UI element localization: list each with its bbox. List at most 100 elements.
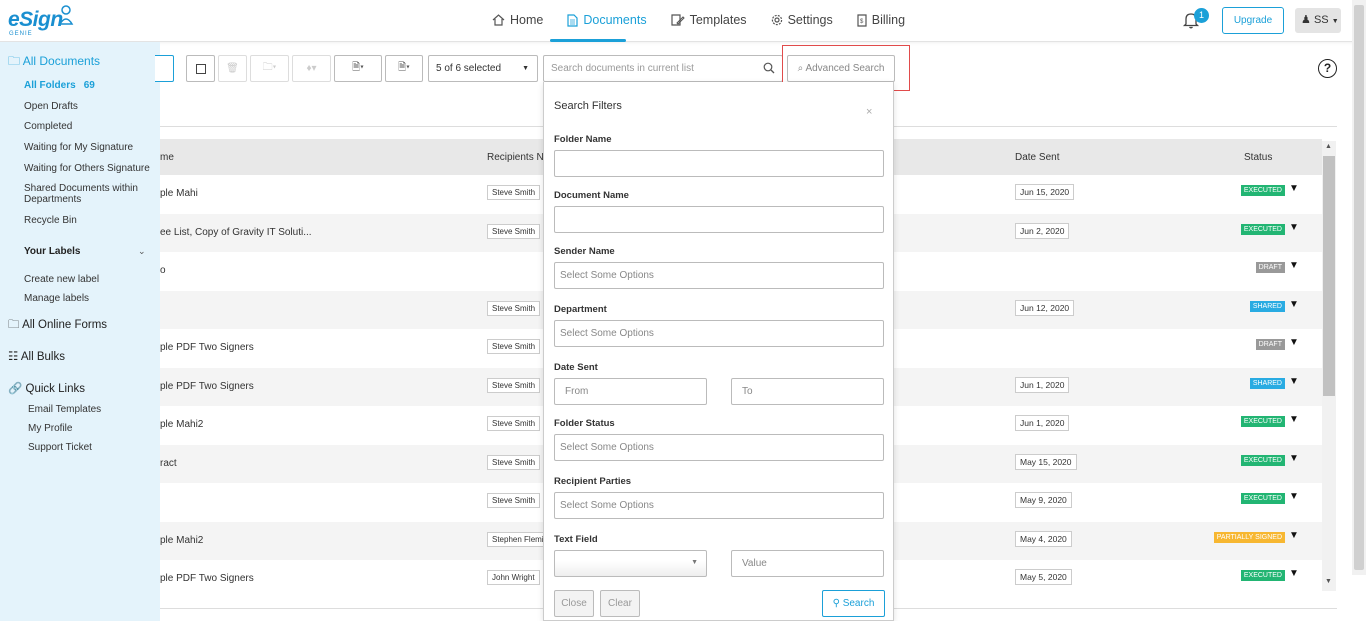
caret-down-icon[interactable]: ▼ [1289,491,1299,502]
caret-down-icon[interactable]: ▼ [1289,530,1299,541]
invoice-icon: $ [857,13,867,27]
date-sent-chip: Jun 2, 2020 [1015,222,1070,239]
folder-name-input[interactable] [554,150,884,177]
document-name-cell[interactable]: ple Mahi2 [160,419,203,430]
search-filters-panel: Search Filters × Folder Name Document Na… [543,82,894,621]
sidebar-item-waiting-my-signature[interactable]: Waiting for My Signature [24,142,154,153]
trash-icon: 🗑 [226,63,239,74]
date-sent-chip: May 9, 2020 [1015,492,1072,508]
caret-down-icon[interactable]: ▼ [1289,337,1299,348]
nav-home[interactable]: Home [480,0,555,40]
col-recipients-header[interactable]: Recipients Na [487,152,549,163]
close-icon[interactable]: × [866,106,872,118]
sidebar-toggle-button[interactable] [155,55,174,82]
search-icon: ⚲ [832,598,840,609]
document-name-cell[interactable]: ract [160,458,177,469]
clear-button[interactable]: Clear [600,590,640,617]
text-field-value-input[interactable]: Value [731,550,884,577]
date-from-input[interactable]: From [554,378,707,405]
department-select[interactable]: Select Some Options [554,320,884,347]
chevron-down-icon[interactable]: ⌄ [138,246,146,257]
sender-name-select[interactable]: Select Some Options [554,262,884,289]
caret-down-icon[interactable]: ▼ [1289,183,1299,194]
caret-down-icon[interactable]: ▼ [1289,299,1299,310]
tag-icon: ♦▾ [306,63,317,74]
search-button[interactable]: ⚲ Search [822,590,885,617]
export-button[interactable]: 🗎▾ [385,55,423,82]
sidebar-all-documents[interactable]: 🗀 All Documents [8,52,100,73]
caret-down-icon[interactable]: ▼ [1289,568,1299,579]
caret-down-icon[interactable]: ▼ [1289,260,1299,271]
sidebar-all-online-forms[interactable]: 🗀 All Online Forms [8,317,107,336]
help-icon[interactable]: ? [1318,59,1337,78]
sidebar-item-create-label[interactable]: Create new label [24,274,154,285]
nav-templates[interactable]: Templates [659,0,759,40]
document-name-cell[interactable]: ple Mahi [160,188,198,199]
document-name-cell[interactable]: ple Mahi2 [160,535,203,546]
select-all-checkbox[interactable] [186,55,215,82]
caret-down-icon[interactable]: ▼ [1289,376,1299,387]
logo-text: eSign [8,8,63,31]
col-name-header[interactable]: me [160,152,174,163]
search-input[interactable]: Search documents in current list [543,55,783,82]
caret-down-icon[interactable]: ▼ [1289,453,1299,464]
document-name-cell[interactable]: ple PDF Two Signers [160,573,254,584]
sidebar-item-open-drafts[interactable]: Open Drafts [24,101,154,112]
sidebar-item-recycle-bin[interactable]: Recycle Bin [24,215,154,226]
scroll-up-arrow-icon[interactable]: ▲ [1325,143,1332,150]
sidebar: 🗀 All Documents All Folders 69 Open Draft… [0,42,160,621]
label-button[interactable]: ♦▾ [292,55,331,82]
date-to-input[interactable]: To [731,378,884,405]
sidebar-all-bulks[interactable]: ☷ All Bulks [8,349,65,363]
status-badge: EXECUTED [1240,416,1285,427]
recipient-chip: Steve Smith [487,454,541,470]
nav-settings[interactable]: Settings [759,0,845,40]
date-sent-chip: May 4, 2020 [1015,530,1072,547]
caret-down-icon[interactable]: ▼ [1289,222,1299,233]
status-badge: EXECUTED [1240,454,1285,466]
col-status-header[interactable]: Status [1244,152,1272,163]
recipient-chip: Steve Smith [487,493,541,508]
status-badge: EXECUTED [1240,185,1285,196]
close-button[interactable]: Close [554,590,594,617]
move-folder-button[interactable]: 🗀▾ [250,55,289,82]
nav-documents[interactable]: Documents [555,0,658,40]
caret-down-icon[interactable]: ▼ [1289,414,1299,425]
col-date-header[interactable]: Date Sent [1015,152,1059,163]
document-name-cell[interactable]: ple PDF Two Signers [160,342,254,353]
user-menu[interactable]: ♟ SS ▼ [1295,8,1341,33]
sidebar-item-shared-documents[interactable]: Shared Documents within Departments [24,183,154,205]
document-name-cell[interactable]: ple PDF Two Signers [160,381,254,392]
sidebar-item-my-profile[interactable]: My Profile [28,423,158,434]
advanced-search-button[interactable]: ⌕ Advanced Search [787,55,895,82]
sidebar-item-manage-labels[interactable]: Manage labels [24,293,154,304]
home-icon [492,14,505,26]
esign-genie-logo[interactable]: eSign GENIE [6,2,76,40]
upgrade-button[interactable]: Upgrade [1222,7,1284,34]
sidebar-your-labels[interactable]: Your Labels [24,246,81,257]
nav-billing[interactable]: $ Billing [845,0,917,40]
nav-home-label: Home [510,13,544,27]
document-name-cell[interactable]: o [160,265,166,276]
sidebar-item-completed[interactable]: Completed [24,121,154,132]
svg-text:$: $ [860,19,864,25]
sidebar-item-support-ticket[interactable]: Support Ticket [28,442,158,453]
folder-status-select[interactable]: Select Some Options [554,434,884,461]
sidebar-quick-links[interactable]: 🔗 Quick Links [8,381,85,395]
document-name-cell[interactable]: ee List, Copy of Gravity IT Soluti... [160,227,312,238]
sidebar-item-all-folders[interactable]: All Folders 69 [24,80,154,91]
search-icon[interactable] [763,62,775,74]
text-field-select[interactable]: ▼ [554,550,707,577]
folder-name-label: Folder Name [554,134,612,145]
recipient-parties-select[interactable]: Select Some Options [554,492,884,519]
sidebar-item-email-templates[interactable]: Email Templates [28,404,158,415]
delete-button[interactable]: 🗑 [218,55,247,82]
sidebar-item-waiting-others-signature[interactable]: Waiting for Others Signature [24,163,154,174]
document-name-input[interactable] [554,206,884,233]
recipient-chip: Steve Smith [487,416,541,431]
scroll-down-arrow-icon[interactable]: ▼ [1325,578,1332,585]
table-scrollbar-thumb[interactable] [1323,156,1335,396]
selection-dropdown[interactable]: 5 of 6 selected ▼ [428,55,538,82]
page-scrollbar-thumb[interactable] [1354,5,1364,570]
download-button[interactable]: 🗎▾ [334,55,382,82]
